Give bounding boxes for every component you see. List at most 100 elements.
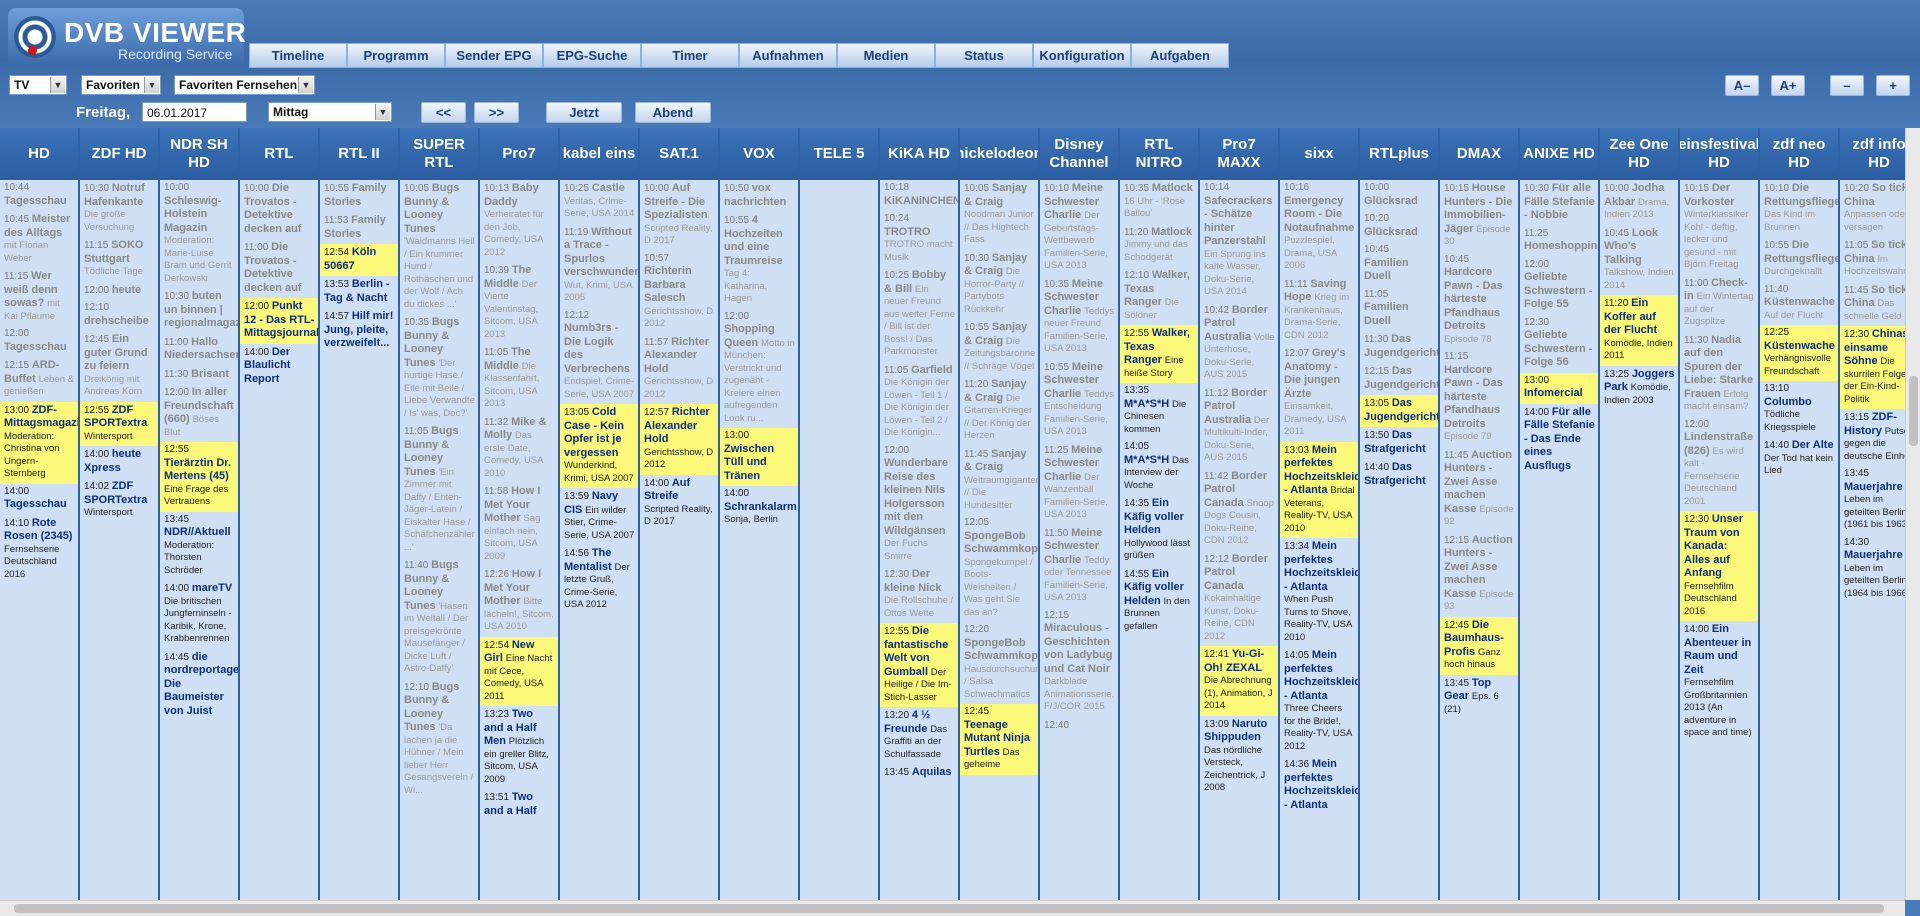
channel-logo[interactable]: sixx [1280,128,1358,180]
epg-event[interactable]: 11:25 Meine Schwester Charlie Der Wanzen… [1040,442,1118,525]
epg-event[interactable]: 12:12 Border Patrol Canada Kokainhaltige… [1200,551,1278,647]
epg-event[interactable]: 12:00 Shopping Queen Motto in München: V… [720,309,798,429]
horizontal-scrollbar[interactable] [0,900,1905,916]
channel-logo[interactable]: RTL NITRO [1120,128,1198,180]
channel-logo[interactable]: HD [0,128,78,180]
epg-event[interactable]: 13:59 Navy CIS Ein wilder Stier, Crime-S… [560,488,638,545]
channel-logo[interactable]: ANIXE HD [1520,128,1598,180]
epg-event[interactable]: 12:54 Köln 50667 [320,244,398,276]
epg-event[interactable]: 12:00 Geliebte Schwestern - Folge 55 [1520,257,1598,315]
now-button[interactable]: Jetzt [546,102,622,123]
epg-event[interactable]: 13:05 Das Jugendgericht [1360,395,1438,427]
epg-event[interactable]: 13:03 Mein perfektes Hochzeitskleid! - A… [1280,441,1358,538]
epg-event[interactable]: 14:00 heute Xpress [80,446,158,478]
nav-tab-epg-suche[interactable]: EPG-Suche [543,43,641,68]
epg-event[interactable]: 10:15 Der Vorkoster Winterklassiker Kohl… [1680,180,1758,275]
epg-event[interactable]: 10:10 Die Rettungsflieger Das Kind im Br… [1760,180,1838,237]
epg-event[interactable]: 12:45 Die Baumhaus-Profis Ganz hoch hina… [1440,616,1518,675]
vertical-scrollbar[interactable] [1905,128,1920,900]
epg-event[interactable]: 10:30 Notruf Hafenkante Die große Versuc… [80,180,158,237]
epg-event[interactable]: 10:00 Schleswig-Holstein Magazin Moderat… [160,180,238,288]
epg-event[interactable]: 11:30 Das Jugendgericht [1360,331,1438,363]
epg-event[interactable]: 14:36 Mein perfektes Hochzeitskleid! - A… [1280,756,1358,815]
epg-event[interactable]: 10:45 Look Who's Talking Talkshow, Indie… [1600,225,1678,296]
channel-logo[interactable]: zdf neo HD [1760,128,1838,180]
epg-event[interactable]: 11:45 So tickt China Das schnelle Geld [1840,282,1905,327]
epg-event[interactable]: 14:30 Mauerjahre Leben im geteilten Berl… [1840,535,1905,604]
prev-button[interactable]: << [421,102,466,123]
nav-tab-sender-epg[interactable]: Sender EPG [445,43,543,68]
epg-event[interactable]: 11:40 Bugs Bunny & Looney Tunes 'Hasen i… [400,557,478,679]
epg-event[interactable]: 13:34 Mein perfektes Hochzeitskleid! - A… [1280,538,1358,647]
epg-event[interactable]: 10:44 Tagesschau [0,180,78,211]
favorites-select[interactable]: Favoriten ▼ [81,75,161,95]
epg-event[interactable]: 11:05 Familien Duell [1360,287,1438,332]
epg-event[interactable]: 13:45 NDR//Aktuell Moderation: Thorsten … [160,512,238,581]
epg-event[interactable]: 14:00 mareTV Die britischen Jungferninse… [160,580,238,649]
channel-logo[interactable]: nickelodeon [960,128,1038,180]
epg-event[interactable]: 14:00 Ein Abenteuer in Raum und Zeit Fer… [1680,621,1758,743]
channel-logo[interactable]: kabel eins [560,128,638,180]
epg-event[interactable]: 11:40 Küstenwache Auf der Flucht [1760,282,1838,326]
epg-event[interactable]: 10:25 Bobby & Bill Ein neuer Freund aus … [880,267,958,362]
epg-event[interactable]: 14:00 Für alle Fälle Stefanie - Das Ende… [1520,404,1598,477]
epg-event[interactable]: 14:45 die nordreportage: Die Baumeister … [160,649,238,722]
nav-tab-medien[interactable]: Medien [837,43,935,68]
font-decrease-button[interactable]: A– [1725,75,1759,96]
epg-event[interactable]: 13:05 Cold Case - Kein Opfer ist je verg… [560,404,638,488]
epg-event[interactable]: 11:00 Die Trovatos - Detektive decken au… [240,239,318,298]
epg-event[interactable]: 13:00 Infomercial [1520,372,1598,404]
epg-event[interactable]: 12:00 Punkt 12 - Das RTL-Mittagsjournal [240,298,318,344]
epg-event[interactable]: 10:10 Meine Schwester Charlie Der Geburt… [1040,180,1118,276]
epg-event[interactable]: 11:12 Border Patrol Australia Der Multik… [1200,385,1278,468]
epg-event[interactable]: 13:23 Two and a Half Men Plötzlich ein g… [480,706,558,789]
epg-event[interactable]: 10:42 Border Patrol Australia Volle Unte… [1200,302,1278,385]
epg-event[interactable]: 11:15 Hardcore Pawn - Das härteste Pfand… [1440,349,1518,447]
epg-event[interactable]: 12:07 Grey's Anatomy - Die jungen Ärzte … [1280,345,1358,442]
nav-tab-timer[interactable]: Timer [641,43,739,68]
channel-logo[interactable]: SUPER RTL [400,128,478,180]
epg-event[interactable]: 13:53 Berlin - Tag & Nacht [320,276,398,308]
epg-event[interactable]: 11:00 Hallo Niedersachsen [160,334,238,366]
epg-event[interactable]: 12:00 heute [80,282,158,301]
epg-event[interactable]: 12:55 Walker, Texas Ranger Eine heiße St… [1120,325,1198,383]
epg-event[interactable]: 12:00 Lindenstraße (826) Es wird kalt - … [1680,417,1758,512]
mode-select[interactable]: TV ▼ [9,75,67,95]
epg-event[interactable]: 12:55 ZDF SPORTextra Wintersport [80,401,158,446]
epg-event[interactable]: 12:30 Der kleine Nick Die Rollschuhe / O… [880,566,958,623]
epg-event[interactable]: 11:15 Wer weiß denn sowas? mit Kai Pflau… [0,268,78,326]
epg-event[interactable]: 10:05 Bugs Bunny & Looney Tunes 'Waidman… [400,180,478,314]
channel-logo[interactable]: DMAX [1440,128,1518,180]
epg-event[interactable]: 14:10 Rote Rosen (2345) Fernsehserie Deu… [0,515,78,585]
epg-event[interactable]: 11:45 Sanjay & Craig Weltraumgiganten //… [960,446,1038,516]
epg-event[interactable]: 12:20 SpongeBob Schwammkopf Hausdurchsuc… [960,622,1038,704]
epg-event[interactable]: 11:57 Richter Alexander Hold Gerichtssho… [640,334,718,405]
epg-event[interactable]: 11:20 Matlock Jimmy und das Schodgerät [1120,224,1198,268]
epg-event[interactable]: 10:15 House Hunters - Die Immobilien-Jäg… [1440,180,1518,252]
epg-event[interactable]: 14:56 The Mentalist Der letzte Gruß, Cri… [560,545,638,615]
epg-event[interactable]: 11:58 How I Met Your Mother Sag einfach … [480,483,558,566]
epg-event[interactable]: 11:30 Brisant [160,366,238,385]
epg-event[interactable]: 11:05 Garfield Die Königin der Löwen - T… [880,362,958,443]
next-button[interactable]: >> [474,102,519,123]
epg-event[interactable]: 14:55 Ein Käfig voller Helden In den Bru… [1120,566,1198,637]
epg-event[interactable]: 12:00 Tagesschau [0,326,78,357]
date-input[interactable]: 06.01.2017 [142,102,247,122]
channel-logo[interactable]: ZDF HD [80,128,158,180]
channel-logo[interactable]: RTL [240,128,318,180]
epg-event[interactable]: 14:40 Der Alte Der Tod hat kein Lied [1760,437,1838,481]
epg-event[interactable]: 10:30 Sanjay & Craig Die Horror-Party //… [960,250,1038,320]
epg-event[interactable]: 11:30 Nadia auf den Spuren der Liebe: St… [1680,332,1758,417]
epg-event[interactable]: 10:14 Safecrackers - Schätze hinter Panz… [1200,180,1278,302]
epg-event[interactable]: 12:12 Numb3rs - Die Logik des Verbrechen… [560,308,638,405]
epg-event[interactable]: 11:05 The Middle Die Klassenfahrt, Sitco… [480,344,558,414]
epg-event[interactable]: 11:05 Bugs Bunny & Looney Tunes 'Ein Zim… [400,423,478,557]
epg-event[interactable]: 14:05 Mein perfektes Hochzeitskleid! - A… [1280,647,1358,756]
epg-event[interactable]: 10:00 Auf Streife - Die Spezialisten Scr… [640,180,718,251]
timeslot-select[interactable]: Mittag ▼ [268,102,392,122]
epg-event[interactable]: 11:25 Homeshopping [1520,226,1598,257]
epg-event[interactable]: 12:10 drehscheibe [80,300,158,331]
epg-event[interactable]: 12:00 In aller Freundschaft (660) Böses … [160,384,238,442]
epg-event[interactable]: 10:55 Meine Schwester Charlie Teddys Ent… [1040,359,1118,442]
epg-event[interactable]: 12:15 Das Jugendgericht [1360,363,1438,395]
